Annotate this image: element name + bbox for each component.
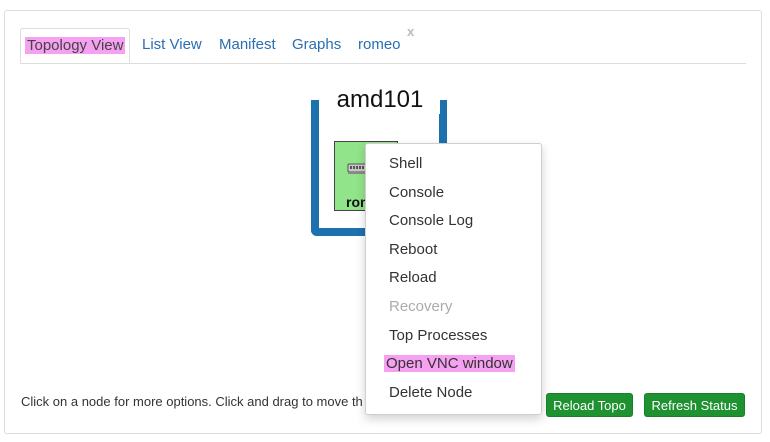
help-text: Click on a node for more options. Click … — [21, 394, 363, 409]
tab-manifest[interactable]: Manifest — [219, 28, 276, 62]
menu-item-label: Open VNC window — [384, 355, 515, 372]
tab-topology-view[interactable]: Topology View — [20, 28, 131, 63]
menu-item-open-vnc-window[interactable]: Open VNC window — [366, 350, 541, 378]
menu-item-reboot[interactable]: Reboot — [366, 236, 541, 264]
group-frame-corner-left — [311, 100, 319, 112]
menu-item-console[interactable]: Console — [366, 179, 541, 207]
menu-item-recovery: Recovery — [389, 298, 453, 315]
menu-item-shell[interactable]: Shell — [366, 150, 541, 178]
group-frame-corner-right — [439, 100, 447, 112]
refresh-status-button[interactable]: Refresh Status — [644, 393, 745, 417]
tab-label: Topology View — [25, 37, 126, 54]
close-tab-icon[interactable]: x — [407, 24, 414, 39]
tab-list-view[interactable]: List View — [142, 28, 202, 62]
menu-item-console-log[interactable]: Console Log — [366, 207, 541, 235]
menu-item-top-processes[interactable]: Top Processes — [366, 322, 541, 350]
tab-romeo[interactable]: romeo — [358, 28, 401, 62]
group-title: amd101 — [320, 86, 440, 114]
menu-item-delete-node[interactable]: Delete Node — [366, 379, 541, 407]
menu-item-reload[interactable]: Reload — [366, 264, 541, 292]
tab-bar: Topology View List View Manifest Graphs … — [20, 24, 746, 64]
reload-topo-button[interactable]: Reload Topo — [546, 393, 633, 417]
node-context-menu: Shell Console Console Log Reboot Reload … — [365, 143, 542, 415]
tab-graphs[interactable]: Graphs — [292, 28, 341, 62]
